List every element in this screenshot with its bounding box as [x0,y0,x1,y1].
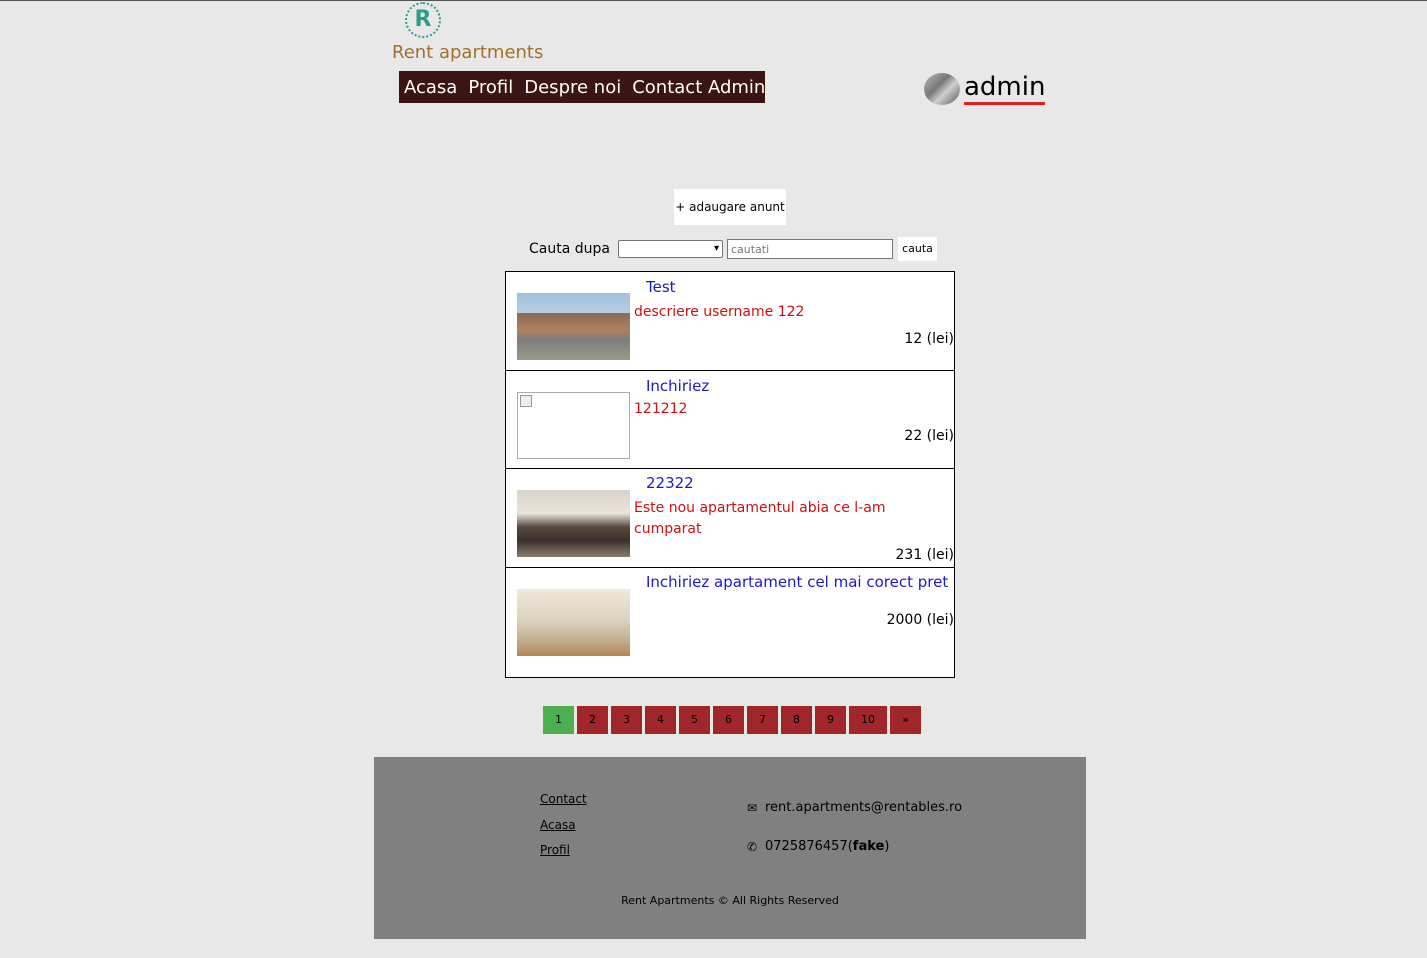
page-3[interactable]: 3 [611,706,642,734]
envelope-icon: ✉ [747,800,758,815]
listing-description: descriere username 122 [634,304,805,320]
search-row: Cauta dupa ▾ cauta [529,237,937,261]
user-menu[interactable]: admin [924,72,1046,105]
listing-image[interactable] [517,589,630,656]
page-10[interactable]: 10 [849,706,887,734]
logo-text: Rent apartments [392,42,544,63]
listings-table: Test descriere username 122 12 (lei) Inc… [505,271,955,678]
email-text: rent.apartments@rentables.ro [765,800,963,815]
logo-mark: R [405,2,441,38]
nav-contact-admin[interactable]: Contact Admin [632,77,765,98]
page-6[interactable]: 6 [713,706,744,734]
chevron-down-icon: ▾ [713,243,719,254]
listing-title[interactable]: Inchiriez [646,377,709,395]
footer-phone: ✆ 0725876457(fake) [747,839,890,854]
copyright: Rent Apartments © All Rights Reserved [621,894,839,907]
main-nav: Acasa Profil Despre noi Contact Admin [399,71,765,103]
next-page-button[interactable]: » [890,706,921,734]
search-button[interactable]: cauta [897,237,937,261]
footer: Contact Acasa Profil ✉ rent.apartments@r… [374,757,1086,939]
listing-description: 121212 [634,401,688,417]
page-2[interactable]: 2 [577,706,608,734]
nav-acasa[interactable]: Acasa [404,77,457,98]
nav-despre-noi[interactable]: Despre noi [524,77,621,98]
listing-title[interactable]: 22322 [646,474,694,492]
search-label: Cauta dupa [529,241,610,257]
nav-profil[interactable]: Profil [468,77,513,98]
page-8[interactable]: 8 [781,706,812,734]
logo[interactable]: R Rent apartments [392,2,552,64]
listing-image[interactable] [517,392,630,459]
phone-text: 0725876457 [765,839,848,854]
footer-email: ✉ rent.apartments@rentables.ro [747,800,962,815]
listing-item[interactable]: 22322 Este nou apartamentul abia ce l-am… [506,469,954,568]
add-listing-button[interactable]: + adaugare anunt [674,189,786,225]
footer-link-acasa[interactable]: Acasa [540,818,576,832]
username-link[interactable]: admin [964,72,1046,105]
listing-price: 2000 (lei) [886,612,954,628]
listing-image[interactable] [517,293,630,360]
footer-link-profil[interactable]: Profil [540,843,570,857]
listing-price: 231 (lei) [895,547,955,563]
page-1[interactable]: 1 [543,706,574,734]
phone-note: fake [852,839,885,854]
listing-title[interactable]: Inchiriez apartament cel mai corect pret [646,573,948,591]
listing-image[interactable] [517,490,630,557]
search-input[interactable] [726,239,893,259]
footer-link-contact[interactable]: Contact [540,792,587,806]
search-field-select[interactable]: ▾ [617,240,723,258]
listing-item[interactable]: Inchiriez 121212 22 (lei) [506,371,954,469]
listing-title[interactable]: Test [646,278,676,296]
listing-item[interactable]: Test descriere username 122 12 (lei) [506,272,954,371]
page-7[interactable]: 7 [747,706,778,734]
phone-icon: ✆ [747,839,758,854]
listing-price: 12 (lei) [904,331,954,347]
pagination: 1 2 3 4 5 6 7 8 9 10 » [543,706,924,734]
page-4[interactable]: 4 [645,706,676,734]
listing-description: Este nou apartamentul abia ce l-am cumpa… [634,500,886,537]
listing-price: 22 (lei) [904,428,954,444]
broken-image-icon [520,395,532,407]
page-9[interactable]: 9 [815,706,846,734]
top-border [0,0,1427,1]
page-5[interactable]: 5 [679,706,710,734]
listing-item[interactable]: Inchiriez apartament cel mai corect pret… [506,568,954,677]
avatar[interactable] [924,72,960,105]
